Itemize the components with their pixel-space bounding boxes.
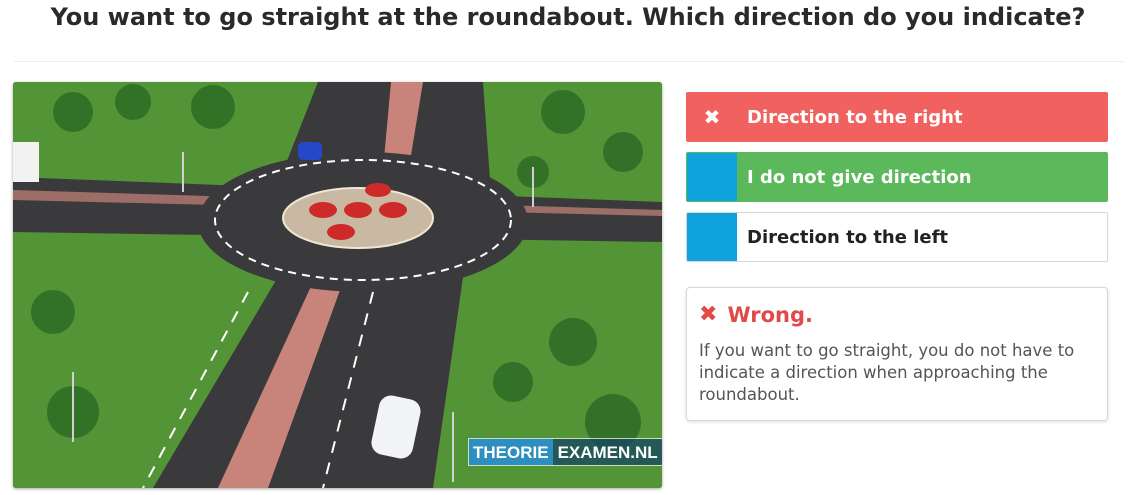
feedback-header: ✖ Wrong. [699, 300, 1095, 330]
answer-indicator [687, 153, 737, 201]
answer-no-direction[interactable]: I do not give direction [686, 152, 1108, 202]
watermark-logo: THEORIE EXAMEN.NL [468, 438, 662, 466]
feedback-title: Wrong. [727, 303, 813, 327]
feedback-panel: ✖ Wrong. If you want to go straight, you… [686, 287, 1108, 421]
feedback-text: If you want to go straight, you do not h… [699, 341, 1075, 404]
roundabout-illustration: THEORIE EXAMEN.NL [13, 82, 662, 488]
answer-direction-right[interactable]: ✖ Direction to the right [686, 92, 1108, 142]
divider [14, 61, 1124, 62]
answer-label: I do not give direction [747, 166, 972, 188]
question-title: You want to go straight at the roundabou… [50, 3, 1086, 31]
watermark-part-2: EXAMEN.NL [552, 439, 662, 465]
watermark-part-1: THEORIE [469, 439, 553, 465]
answer-direction-left[interactable]: Direction to the left [686, 212, 1108, 262]
close-icon: ✖ [687, 93, 737, 141]
answer-label: Direction to the left [747, 226, 949, 248]
close-icon: ✖ [699, 302, 718, 327]
answer-indicator [687, 213, 737, 261]
answer-label: Direction to the right [747, 106, 963, 128]
